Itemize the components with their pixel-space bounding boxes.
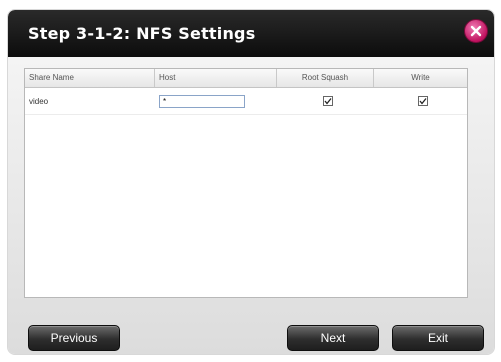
table-row[interactable]: video <box>25 88 467 115</box>
dialog-body: Share Name Host Root Squash Write video <box>8 57 494 354</box>
close-button[interactable] <box>464 19 488 43</box>
column-header-write[interactable]: Write <box>374 69 467 87</box>
host-cell <box>155 88 277 114</box>
nfs-settings-dialog: Step 3-1-2: NFS Settings Share Name Host… <box>7 9 495 355</box>
column-header-root-squash[interactable]: Root Squash <box>277 69 374 87</box>
dialog-title: Step 3-1-2: NFS Settings <box>28 24 256 43</box>
dialog-titlebar: Step 3-1-2: NFS Settings <box>8 10 494 57</box>
previous-button[interactable]: Previous <box>28 325 120 351</box>
write-checkbox[interactable] <box>417 96 428 106</box>
host-input[interactable] <box>159 94 245 108</box>
close-icon <box>470 25 482 37</box>
column-header-host[interactable]: Host <box>155 69 277 87</box>
table-header: Share Name Host Root Squash Write <box>25 69 467 88</box>
exit-button[interactable]: Exit <box>392 325 484 351</box>
nfs-table: Share Name Host Root Squash Write video <box>24 68 468 298</box>
root-squash-checkbox[interactable] <box>322 96 333 106</box>
write-cell <box>374 88 467 114</box>
column-header-share-name[interactable]: Share Name <box>25 69 155 87</box>
checkmark-icon <box>323 98 332 105</box>
root-squash-cell <box>277 88 374 114</box>
share-name-cell: video <box>29 96 49 106</box>
checkmark-icon <box>418 98 427 105</box>
next-button[interactable]: Next <box>287 325 379 351</box>
